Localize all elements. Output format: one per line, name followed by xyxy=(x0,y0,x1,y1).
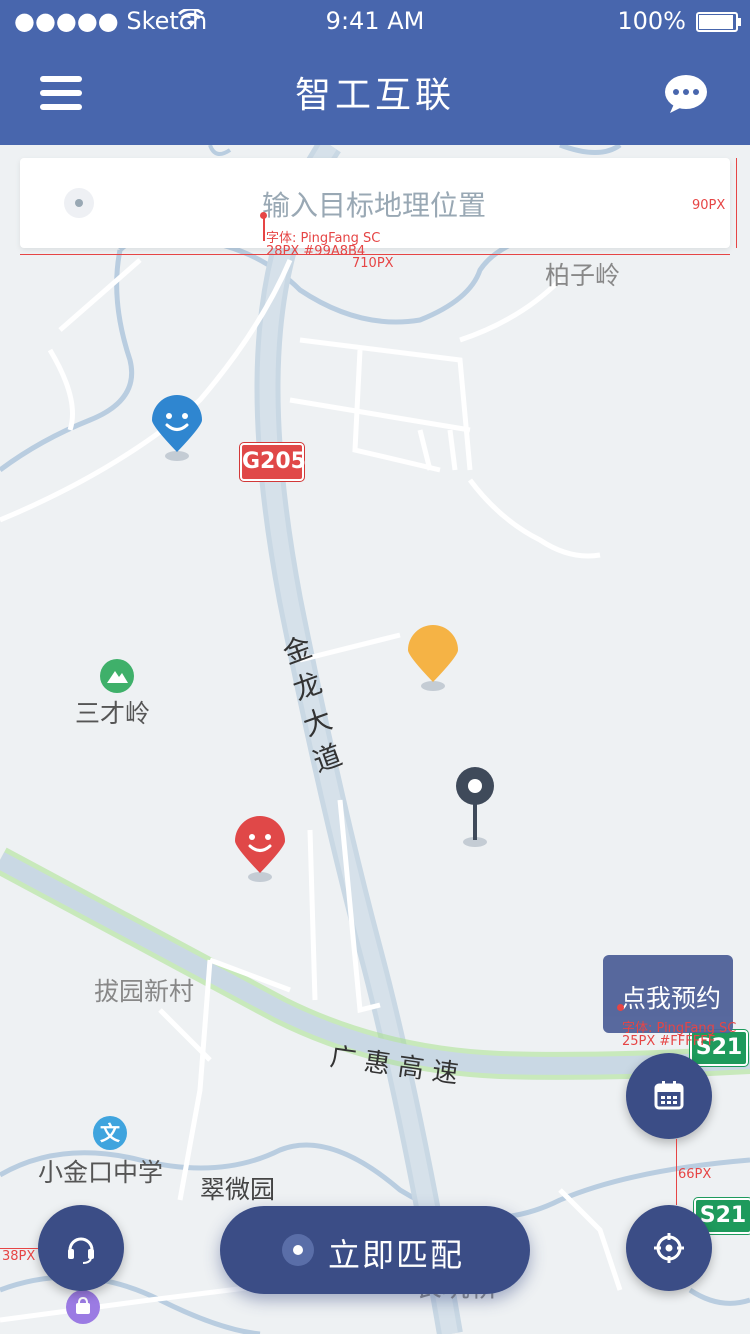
annotation-dot xyxy=(617,1004,624,1011)
place-label: 三才岭 xyxy=(75,699,151,728)
annotation-height: 90PX xyxy=(692,198,726,213)
battery-icon xyxy=(696,12,741,32)
booking-calendar-button[interactable] xyxy=(626,1053,712,1139)
booking-label: 点我预约 xyxy=(621,984,722,1013)
shopping-icon xyxy=(66,1290,100,1324)
match-now-button[interactable]: 立即匹配 xyxy=(220,1206,530,1294)
place-label: 柏子岭 xyxy=(545,261,621,290)
chat-button[interactable] xyxy=(664,74,708,114)
place-label: 翠微园 xyxy=(200,1175,276,1204)
locate-icon xyxy=(654,1233,684,1263)
battery-percent: 100% xyxy=(617,7,686,35)
customer-service-button[interactable] xyxy=(38,1205,124,1291)
annotation-spec: 25PX #FFFFFF xyxy=(622,1034,716,1049)
school-icon: 文 xyxy=(93,1116,127,1150)
headset-icon xyxy=(68,1237,94,1264)
annotation-width: 710PX xyxy=(352,256,394,271)
match-now-label: 立即匹配 xyxy=(328,1236,465,1274)
worker-pin-orange[interactable] xyxy=(406,624,460,694)
location-dot-icon xyxy=(64,188,94,218)
worker-pin-blue[interactable] xyxy=(150,394,204,464)
place-label: 小金口中学 xyxy=(38,1158,164,1187)
annotation-dot xyxy=(260,212,267,219)
map-view[interactable]: 柏子岭 三才岭 拔园新村 小金口中学 翠微园 长坑桥 金 龙 大 道 广 惠 高… xyxy=(0,145,750,1334)
annotation-gap: 66PX xyxy=(678,1167,712,1182)
annotation-line xyxy=(20,254,730,255)
worker-pin-red[interactable] xyxy=(233,815,287,885)
location-pin-icon[interactable] xyxy=(455,766,495,848)
status-bar: ●●●●● Sketch 9:41 AM 100% xyxy=(0,0,750,40)
page-title: 智工互联 xyxy=(294,75,455,116)
annotation-side: 38PX xyxy=(2,1249,36,1264)
location-dot-icon xyxy=(282,1234,314,1266)
search-input[interactable]: 输入目标地理位置 xyxy=(262,184,486,224)
mountain-icon xyxy=(100,659,134,693)
annotation-line xyxy=(736,158,737,248)
annotation-spec: 28PX #99A8B4 xyxy=(266,244,366,259)
place-label: 拔园新村 xyxy=(94,977,195,1006)
chat-bubble-icon xyxy=(665,75,707,113)
annotation-line xyxy=(676,1139,677,1205)
calendar-icon xyxy=(654,1081,684,1110)
locate-button[interactable] xyxy=(626,1205,712,1291)
highway-shield-g205: G205 xyxy=(240,443,306,481)
nav-bar: 智工互联 xyxy=(0,40,750,145)
